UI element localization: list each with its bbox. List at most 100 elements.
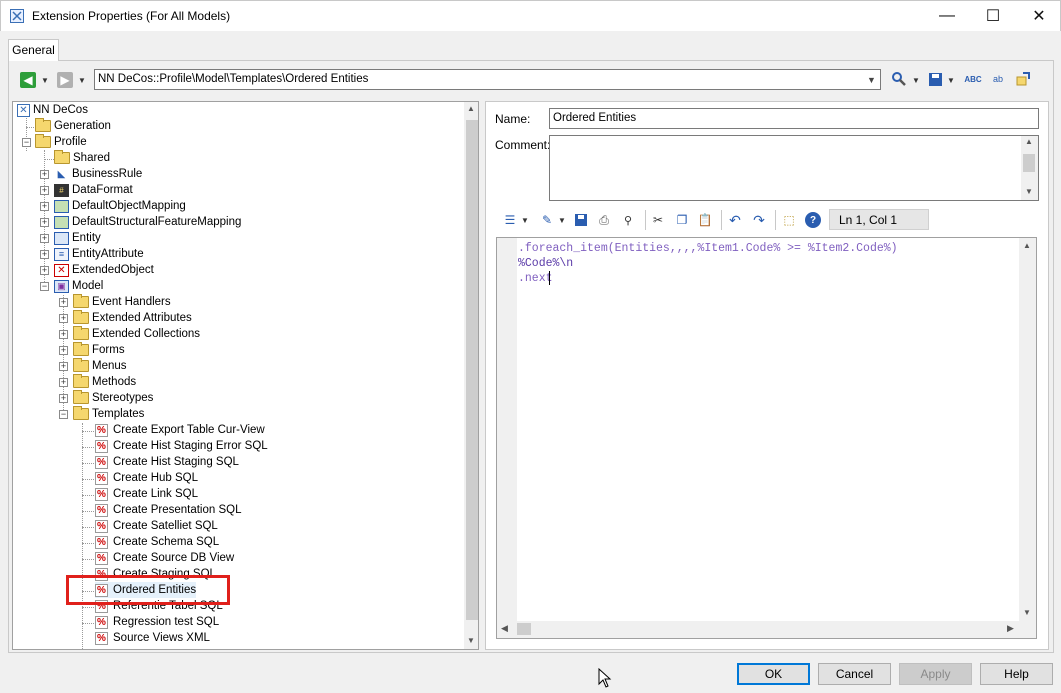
undo-icon[interactable]: ↶ (727, 212, 743, 228)
tree-item-event-handlers[interactable]: Event Handlers (73, 294, 171, 310)
expand-icon[interactable]: + (40, 186, 49, 195)
tree-item-profile[interactable]: Profile (35, 134, 87, 150)
editor-vertical-scrollbar[interactable]: ▲ ▼ (1019, 238, 1036, 621)
scroll-down-icon[interactable]: ▼ (467, 636, 475, 645)
edit-icon[interactable]: ✎ (539, 212, 555, 228)
expand-icon[interactable]: + (59, 394, 68, 403)
tree-item-template[interactable]: % Create Export Table Cur-View (95, 422, 265, 438)
paste-icon[interactable]: 📋 (697, 212, 713, 228)
close-button[interactable]: ✕ (1016, 1, 1061, 31)
find-icon[interactable] (891, 71, 907, 87)
minimize-button[interactable]: — (924, 1, 970, 31)
tree-item-template[interactable]: % Source Views XML (95, 630, 210, 646)
apply-button[interactable]: Apply (899, 663, 972, 685)
collapse-icon[interactable]: − (59, 410, 68, 419)
scroll-thumb[interactable] (1023, 154, 1035, 172)
template-editor[interactable]: .foreach_item(Entities,,,,%Item1.Code% >… (496, 237, 1037, 639)
save-icon[interactable] (927, 71, 943, 87)
tree-item-template[interactable]: % Regression test SQL (95, 614, 219, 630)
tree-item-businessrule[interactable]: ◣ BusinessRule (54, 166, 143, 182)
help-icon[interactable]: ? (805, 212, 821, 228)
maximize-button[interactable]: ☐ (970, 1, 1016, 31)
expand-icon[interactable]: + (59, 298, 68, 307)
find-dropdown-icon[interactable]: ▼ (912, 76, 920, 85)
scroll-thumb[interactable] (517, 623, 531, 635)
cancel-button[interactable]: Cancel (818, 663, 891, 685)
tree-item-template[interactable]: % Create Satelliet SQL (95, 518, 218, 534)
copy-icon[interactable]: ❐ (674, 212, 690, 228)
code-text[interactable]: .foreach_item(Entities,,,,%Item1.Code% >… (518, 241, 898, 286)
tree-item-model[interactable]: ▣ Model (54, 278, 103, 294)
path-combobox[interactable]: NN DeCos::Profile\Model\Templates\Ordere… (94, 69, 881, 90)
expand-icon[interactable]: + (59, 362, 68, 371)
tree-item-shared[interactable]: Shared (54, 150, 110, 166)
scroll-up-icon[interactable]: ▲ (467, 104, 475, 113)
tree-item-template[interactable]: % Create Presentation SQL (95, 502, 242, 518)
tree-scrollbar[interactable]: ▲ ▼ (464, 102, 478, 649)
back-arrow-icon[interactable]: ◀ (20, 72, 36, 88)
expand-icon[interactable]: + (40, 202, 49, 211)
insert-dropdown-icon[interactable]: ▼ (521, 216, 529, 225)
tree-item-template[interactable]: % Create Hub SQL (95, 470, 198, 486)
scroll-up-icon[interactable]: ▲ (1025, 137, 1033, 146)
tree-item-defaultstructuralfeaturemapping[interactable]: DefaultStructuralFeatureMapping (54, 214, 241, 230)
scroll-thumb[interactable] (466, 120, 478, 620)
name-field[interactable]: Ordered Entities (549, 108, 1039, 129)
redo-icon[interactable]: ↷ (751, 212, 767, 228)
replace-icon[interactable]: ab (990, 71, 1006, 87)
help-button[interactable]: Help (980, 663, 1053, 685)
spell-check-icon[interactable]: ABC (964, 71, 981, 87)
tree-item-extendedobject[interactable]: ✕ ExtendedObject (54, 262, 154, 278)
tree-item-root[interactable]: ✕ NN DeCos (17, 102, 88, 118)
tree-item-entityattribute[interactable]: ≡ EntityAttribute (54, 246, 144, 262)
insert-icon[interactable]: ☰ (502, 212, 518, 228)
tree-item-template[interactable]: % Create Source DB View (95, 550, 234, 566)
comment-scrollbar[interactable]: ▲ ▼ (1021, 136, 1038, 200)
tree-item-menus[interactable]: Menus (73, 358, 127, 374)
back-dropdown-icon[interactable]: ▼ (41, 76, 49, 85)
expand-icon[interactable]: + (40, 170, 49, 179)
scroll-up-icon[interactable]: ▲ (1023, 241, 1031, 250)
comment-field[interactable]: ▲ ▼ (549, 135, 1039, 201)
tree-item-stereotypes[interactable]: Stereotypes (73, 390, 153, 406)
tree-item-extended-attributes[interactable]: Extended Attributes (73, 310, 192, 326)
tree-item-defaultobjectmapping[interactable]: DefaultObjectMapping (54, 198, 186, 214)
scroll-down-icon[interactable]: ▼ (1025, 187, 1033, 196)
ok-button[interactable]: OK (737, 663, 810, 685)
scroll-right-icon[interactable]: ▶ (1007, 623, 1014, 634)
find-binoculars-icon[interactable]: ⚲ (620, 212, 636, 228)
forward-arrow-icon[interactable]: ▶ (57, 72, 73, 88)
editor-horizontal-scrollbar[interactable]: ◀ ▶ (497, 621, 1036, 638)
scroll-down-icon[interactable]: ▼ (1023, 608, 1031, 617)
tree-view[interactable]: ✕ NN DeCos Generation − Profile Shared +… (12, 101, 479, 650)
tree-item-extended-collections[interactable]: Extended Collections (73, 326, 200, 342)
expand-icon[interactable]: + (40, 266, 49, 275)
expand-icon[interactable]: + (59, 330, 68, 339)
expand-icon[interactable]: + (59, 314, 68, 323)
tree-item-template[interactable]: % Create Hist Staging SQL (95, 454, 239, 470)
scroll-left-icon[interactable]: ◀ (501, 623, 508, 634)
tree-item-methods[interactable]: Methods (73, 374, 136, 390)
save-icon[interactable] (573, 212, 589, 228)
expand-icon[interactable]: + (59, 346, 68, 355)
insert-template-icon[interactable]: ⬚ (781, 212, 797, 228)
expand-icon[interactable]: + (40, 234, 49, 243)
tree-item-templates[interactable]: Templates (73, 406, 144, 422)
tree-item-template[interactable]: % Create Schema SQL (95, 534, 219, 550)
tab-general[interactable]: General (8, 39, 59, 61)
collapse-icon[interactable]: − (22, 138, 31, 147)
cut-icon[interactable]: ✂ (650, 212, 666, 228)
tree-item-generation[interactable]: Generation (35, 118, 111, 134)
tree-item-template[interactable]: % Create Hist Staging Error SQL (95, 438, 268, 454)
print-icon[interactable]: ⎙ (596, 212, 612, 228)
tree-item-dataformat[interactable]: # DataFormat (54, 182, 133, 198)
expand-icon[interactable]: + (40, 250, 49, 259)
tree-item-template[interactable]: % Create Link SQL (95, 486, 198, 502)
collapse-icon[interactable]: − (40, 282, 49, 291)
edit-dropdown-icon[interactable]: ▼ (558, 216, 566, 225)
chevron-down-icon[interactable]: ▼ (863, 70, 880, 89)
save-dropdown-icon[interactable]: ▼ (947, 76, 955, 85)
forward-dropdown-icon[interactable]: ▼ (78, 76, 86, 85)
expand-icon[interactable]: + (40, 218, 49, 227)
expand-icon[interactable]: + (59, 378, 68, 387)
